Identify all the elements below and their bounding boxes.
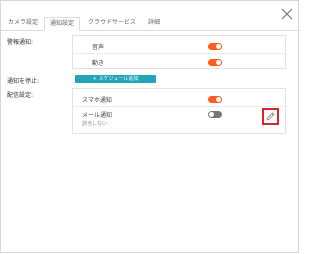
edit-email-button[interactable] <box>262 108 279 125</box>
toggle-knob <box>209 112 214 117</box>
email-notification-label: メール通知 <box>82 112 113 119</box>
alarm-sound-toggle[interactable] <box>208 43 222 50</box>
alarm-notification-label: 警報通知: <box>7 39 34 46</box>
smartphone-notification-label: スマホ通知 <box>82 97 112 104</box>
email-notification-toggle[interactable] <box>208 111 222 118</box>
smartphone-notification-toggle[interactable] <box>208 96 222 103</box>
alarm-motion-toggle[interactable] <box>208 59 222 66</box>
alarm-motion-label: 動き <box>92 60 105 67</box>
tab-camera-settings[interactable]: カメラ設定 <box>3 17 43 29</box>
tab-notification-settings[interactable]: 通知設定 <box>44 17 80 31</box>
tab-cloud-service[interactable]: クラウドサービス <box>82 17 142 29</box>
toggle-knob <box>216 60 221 65</box>
toggle-knob <box>216 44 221 49</box>
toggle-knob <box>216 97 221 102</box>
pencil-icon <box>266 112 275 121</box>
mute-notification-label: 通知を停止: <box>7 78 40 85</box>
divider <box>73 106 285 107</box>
tab-details[interactable]: 詳細 <box>144 17 164 29</box>
divider <box>73 53 285 54</box>
alarm-panel: 音声 動き <box>72 35 286 69</box>
tab-bar: カメラ設定 通知設定 クラウドサービス 詳細 <box>1 17 300 31</box>
delivery-settings-label: 配信設定: <box>7 92 34 99</box>
settings-dialog: カメラ設定 通知設定 クラウドサービス 詳細 警報通知: 音声 動き 通知を停止… <box>0 0 300 253</box>
delivery-panel: スマホ通知 メール通知 該当しない <box>72 88 286 134</box>
alarm-sound-label: 音声 <box>92 44 105 51</box>
add-schedule-button[interactable]: + スケジュール追加 <box>75 75 156 83</box>
email-notification-status: 該当しない <box>82 121 108 127</box>
